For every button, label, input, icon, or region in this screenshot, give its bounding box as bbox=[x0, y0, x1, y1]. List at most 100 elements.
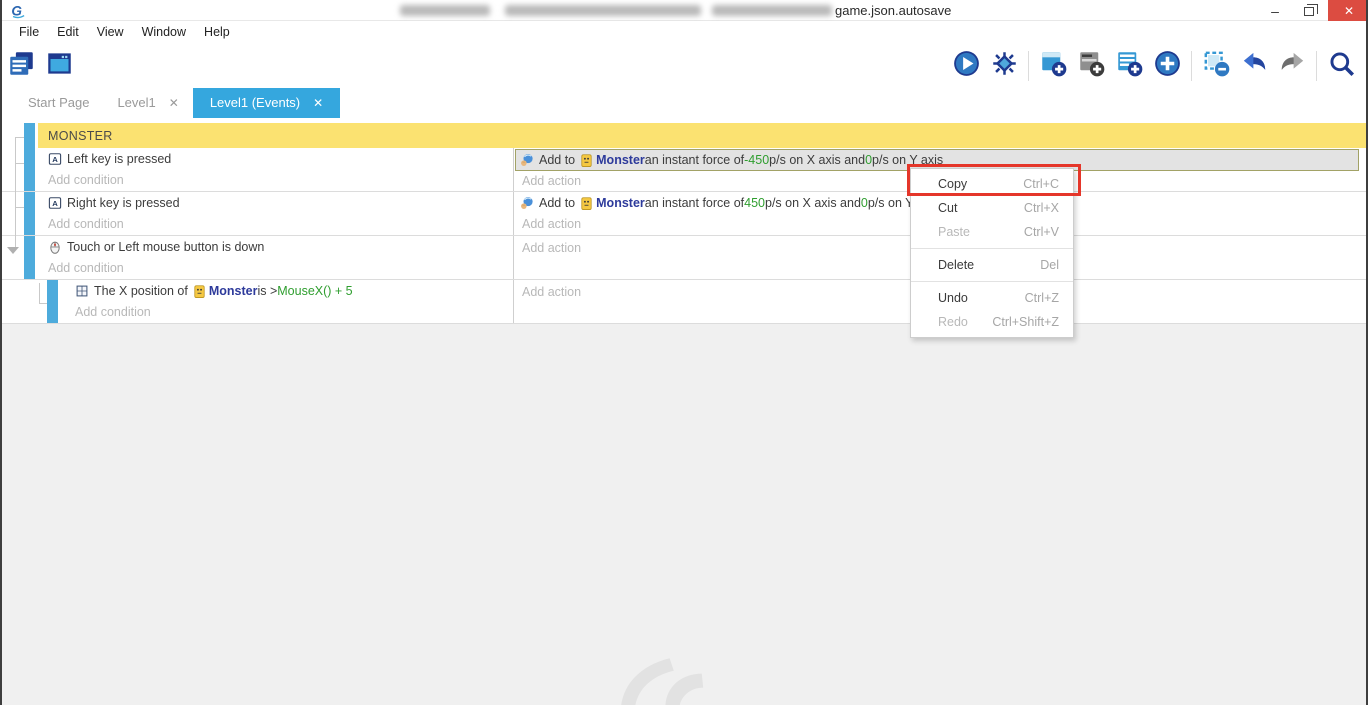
menu-bar: FileEditViewWindowHelp bbox=[2, 21, 1366, 44]
tab-label: Start Page bbox=[28, 88, 89, 118]
parameter-value: 450 bbox=[744, 196, 765, 210]
menu-item-label: Undo bbox=[938, 291, 968, 305]
tab-close-icon[interactable]: ✕ bbox=[169, 88, 179, 118]
menu-item-label: Delete bbox=[938, 258, 974, 272]
event-selection-bar[interactable] bbox=[24, 148, 35, 191]
force-icon bbox=[520, 153, 534, 167]
add-condition-link[interactable]: Add condition bbox=[38, 214, 513, 235]
tab-level1[interactable]: Level1 ✕ bbox=[103, 88, 192, 118]
expand-collapse-icon[interactable] bbox=[7, 247, 19, 254]
conditions-cell: ALeft key is pressedAdd condition bbox=[38, 148, 513, 191]
add-event-button[interactable] bbox=[1038, 51, 1068, 81]
sentence-text: p/s on Y axis bbox=[872, 153, 943, 167]
redo-icon bbox=[1279, 50, 1306, 82]
close-button[interactable]: ✕ bbox=[1328, 0, 1368, 21]
search-icon bbox=[1328, 50, 1355, 82]
comment-header[interactable]: MONSTER bbox=[38, 123, 1366, 148]
position-icon bbox=[75, 284, 89, 298]
add-comment-icon bbox=[1078, 50, 1105, 82]
menubar-item-help[interactable]: Help bbox=[195, 21, 239, 44]
minimize-button[interactable]: – bbox=[1258, 0, 1292, 21]
add-condition-link[interactable]: Add condition bbox=[38, 258, 513, 279]
redacted-title-segment bbox=[400, 5, 490, 16]
events-sheet: MONSTERALeft key is pressedAdd condition… bbox=[2, 123, 1366, 324]
comment-header-label: MONSTER bbox=[48, 129, 113, 143]
menu-item-copy[interactable]: CopyCtrl+C bbox=[911, 172, 1073, 196]
sentence-text: The X position of bbox=[94, 284, 188, 298]
menu-item-shortcut: Ctrl+Z bbox=[1025, 291, 1059, 305]
menu-item-undo[interactable]: Undo Ctrl+Z bbox=[911, 286, 1073, 310]
debug-button[interactable] bbox=[989, 51, 1019, 81]
debug-icon bbox=[991, 50, 1018, 82]
redacted-title-segment bbox=[712, 5, 832, 16]
toolbar-left-group bbox=[2, 44, 78, 88]
unselect-icon bbox=[1203, 50, 1230, 82]
add-other-event-icon bbox=[1154, 50, 1181, 82]
monster-object-icon bbox=[581, 154, 592, 167]
sentence-text: p/s on X axis and bbox=[769, 153, 865, 167]
object-name: Monster bbox=[596, 196, 645, 210]
add-condition-link[interactable]: Add condition bbox=[38, 170, 513, 191]
parameter-value: -450 bbox=[744, 153, 769, 167]
keyboard-key-icon: A bbox=[48, 196, 62, 210]
menu-item-label: Cut bbox=[938, 201, 957, 215]
scene-editor-icon bbox=[46, 50, 73, 82]
mouse-icon bbox=[48, 240, 62, 254]
svg-text:A: A bbox=[52, 155, 58, 164]
start-page-button[interactable] bbox=[6, 51, 36, 81]
tab-start-page[interactable]: Start Page bbox=[14, 88, 103, 118]
add-other-event-button[interactable] bbox=[1152, 51, 1182, 81]
menubar-item-view[interactable]: View bbox=[88, 21, 133, 44]
condition-sentence[interactable]: ALeft key is pressed bbox=[38, 148, 513, 170]
sentence-text: an instant force of bbox=[645, 196, 744, 210]
object-name: Monster bbox=[209, 284, 258, 298]
tab-close-icon[interactable]: ✕ bbox=[313, 88, 323, 118]
restore-button[interactable] bbox=[1292, 0, 1326, 21]
event-selection-bar[interactable] bbox=[24, 236, 35, 279]
svg-text:G: G bbox=[11, 4, 22, 19]
scene-editor-button[interactable] bbox=[44, 51, 74, 81]
toolbar-separator bbox=[1028, 51, 1029, 81]
subevent-tree-line bbox=[39, 283, 40, 303]
tab-label: Level1 bbox=[117, 88, 155, 118]
menu-item-shortcut: Ctrl+X bbox=[1024, 201, 1059, 215]
menu-item-delete[interactable]: Delete Del bbox=[911, 253, 1073, 277]
tab-label: Level1 (Events) bbox=[210, 88, 300, 118]
add-event-icon bbox=[1040, 50, 1067, 82]
event-selection-bar[interactable] bbox=[24, 123, 35, 148]
menubar-item-file[interactable]: File bbox=[10, 21, 48, 44]
play-button[interactable] bbox=[951, 51, 981, 81]
add-comment-button[interactable] bbox=[1076, 51, 1106, 81]
redo-button[interactable] bbox=[1277, 51, 1307, 81]
event-row: A Right key is pressed Add condition Add to… bbox=[2, 192, 1366, 236]
event-row: The X position of Monster is > MouseX() … bbox=[2, 280, 1366, 324]
sentence-text: Right key is pressed bbox=[67, 196, 180, 210]
play-icon bbox=[953, 50, 980, 82]
menu-item-shortcut: Del bbox=[1040, 258, 1059, 272]
menubar-item-window[interactable]: Window bbox=[133, 21, 195, 44]
monster-object-icon bbox=[581, 197, 592, 210]
monster-object-icon bbox=[194, 285, 205, 298]
gdevelop-watermark-icon bbox=[610, 654, 760, 705]
sentence-text: Touch or Left mouse button is down bbox=[67, 240, 264, 254]
sentence-text: is > bbox=[257, 284, 277, 298]
event-selection-bar[interactable] bbox=[24, 192, 35, 235]
menu-item-shortcut: Ctrl+C bbox=[1023, 177, 1059, 191]
add-subevent-button[interactable] bbox=[1114, 51, 1144, 81]
menu-item-shortcut: Ctrl+V bbox=[1024, 225, 1059, 239]
menubar-item-edit[interactable]: Edit bbox=[48, 21, 88, 44]
add-condition-link[interactable]: Add condition bbox=[38, 302, 513, 323]
conditions-cell: A Right key is pressed Add condition bbox=[38, 192, 513, 235]
tab-level1-events-[interactable]: Level1 (Events) ✕ bbox=[193, 88, 340, 118]
sentence-text: Add to bbox=[539, 196, 575, 210]
unselect-button[interactable] bbox=[1201, 51, 1231, 81]
search-button[interactable] bbox=[1326, 51, 1356, 81]
undo-button[interactable] bbox=[1239, 51, 1269, 81]
condition-sentence[interactable]: A Right key is pressed bbox=[38, 192, 513, 214]
menu-item-redo: RedoCtrl+Shift+Z bbox=[911, 310, 1073, 334]
condition-sentence[interactable]: The X position of Monster is > MouseX() … bbox=[38, 280, 513, 302]
menu-item-cut[interactable]: Cut Ctrl+X bbox=[911, 196, 1073, 220]
start-page-icon bbox=[8, 50, 35, 82]
condition-sentence[interactable]: Touch or Left mouse button is down bbox=[38, 236, 513, 258]
sentence-text: an instant force of bbox=[645, 153, 744, 167]
